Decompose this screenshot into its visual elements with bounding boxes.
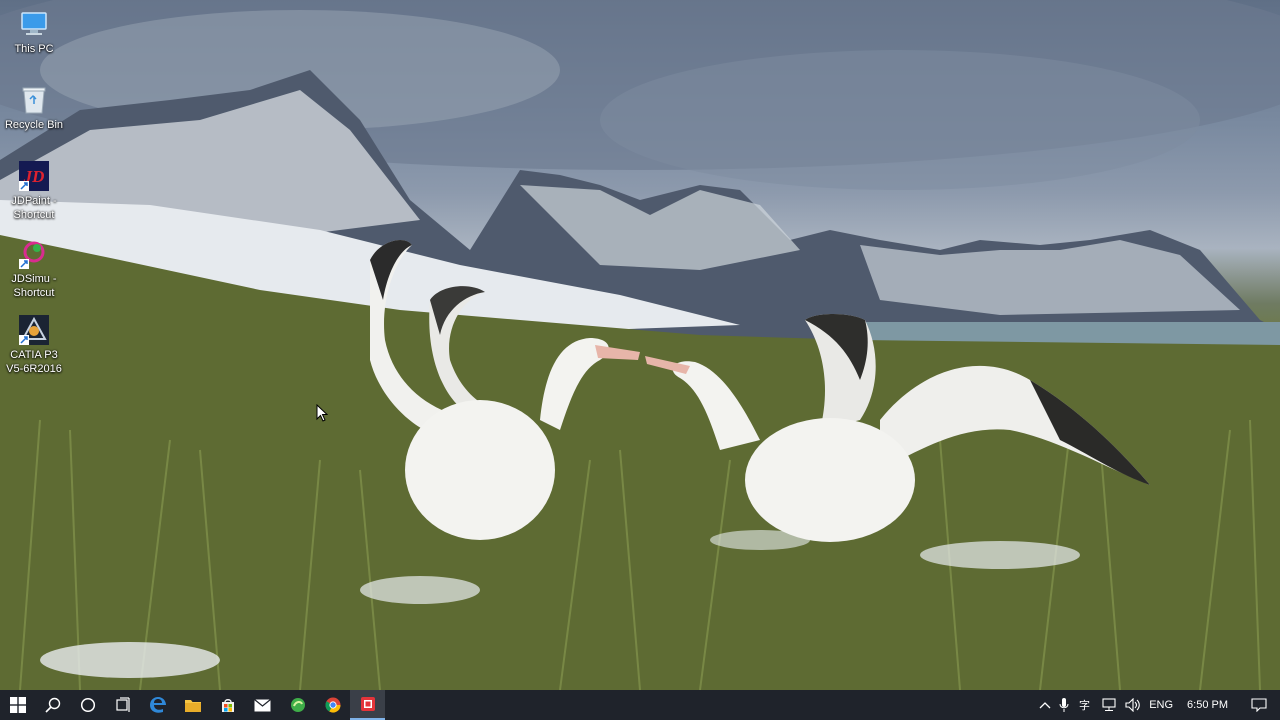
mail-icon	[254, 698, 271, 711]
store-icon	[221, 699, 234, 712]
folder-icon	[184, 700, 201, 712]
network-icon	[1102, 698, 1116, 711]
system-tray: 字 ENG 6:50 PM	[1035, 690, 1280, 720]
clock[interactable]: 6:50 PM	[1177, 690, 1238, 720]
desktop-icon-label: CATIA P3 V5-6R2016	[6, 349, 62, 375]
chrome-taskbar-button[interactable]	[315, 690, 350, 720]
cortana-button[interactable]	[70, 690, 105, 720]
chrome-icon	[324, 697, 340, 713]
desktop-icon-jdpaint-shortcut[interactable]: JD JDPaint - Shortcut	[2, 160, 66, 222]
task-view-button[interactable]	[105, 690, 140, 720]
svg-text:字: 字	[1079, 698, 1090, 712]
mouse-pointer-icon	[316, 403, 329, 427]
task-view-icon	[115, 697, 130, 712]
red-app-icon	[360, 697, 375, 711]
desktop-icon-recycle-bin[interactable]: Recycle Bin	[2, 84, 66, 132]
microphone-tray-button[interactable]	[1055, 690, 1073, 720]
this-pc-icon	[18, 8, 50, 40]
green-app-icon	[290, 698, 305, 712]
search-icon	[44, 697, 60, 713]
action-center-button[interactable]	[1238, 690, 1280, 720]
start-button[interactable]	[0, 690, 35, 720]
desktop-icon-label: Recycle Bin	[4, 119, 64, 131]
jdsimu-icon	[18, 238, 50, 270]
desktop-icon-jdsimu-shortcut[interactable]: JDSimu - Shortcut	[2, 238, 66, 300]
recycle-bin-icon	[18, 84, 50, 116]
catia-icon	[18, 314, 50, 346]
cortana-circle-icon	[80, 697, 95, 713]
desktop-icon-label: This PC	[14, 43, 54, 55]
language-indicator[interactable]: ENG	[1145, 690, 1177, 720]
desktop-icon-catia[interactable]: CATIA P3 V5-6R2016	[2, 314, 66, 376]
volume-tray-button[interactable]	[1121, 690, 1145, 720]
jdpaint-icon: JD	[18, 160, 50, 192]
windows-logo-icon	[9, 697, 26, 713]
mail-taskbar-button[interactable]	[245, 690, 280, 720]
show-hidden-icons-button[interactable]	[1035, 690, 1055, 720]
taskbar: 字 ENG 6:50 PM	[0, 690, 1280, 720]
chevron-up-icon	[1039, 702, 1051, 709]
edge-taskbar-button[interactable]	[140, 690, 175, 720]
file-explorer-taskbar-button[interactable]	[175, 690, 210, 720]
wallpaper-scene	[0, 0, 1280, 690]
green-app-taskbar-button[interactable]	[280, 690, 315, 720]
ime-tray-button[interactable]: 字	[1073, 690, 1097, 720]
ime-keyboard-icon: 字	[1079, 698, 1090, 712]
network-tray-button[interactable]	[1097, 690, 1121, 720]
speaker-icon	[1125, 698, 1140, 712]
desktop-icon-this-pc[interactable]: This PC	[2, 8, 66, 56]
search-button[interactable]	[35, 690, 70, 720]
desktop-icon-label: JDSimu - Shortcut	[11, 273, 57, 299]
edge-icon	[149, 697, 166, 713]
desktop-icon-label: JDPaint - Shortcut	[11, 195, 57, 221]
red-app-taskbar-button[interactable]	[350, 690, 385, 720]
microphone-icon	[1059, 698, 1069, 712]
store-taskbar-button[interactable]	[210, 690, 245, 720]
notification-icon	[1251, 698, 1267, 712]
desktop-wallpaper	[0, 0, 1280, 690]
